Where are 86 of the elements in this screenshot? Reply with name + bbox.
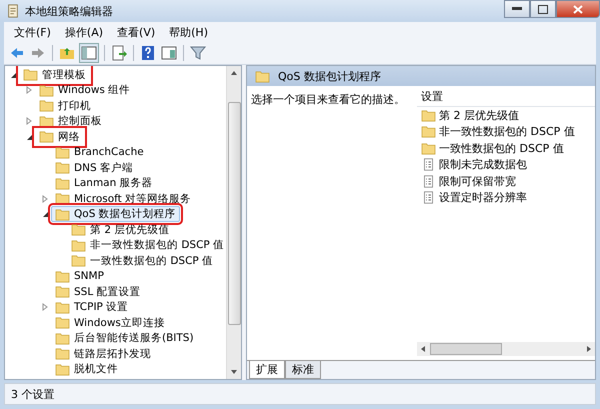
setting-item[interactable]: 一致性数据包的 DSCP 值 [417,140,595,156]
tree-item[interactable]: 第 2 层优先级值 [67,222,174,238]
expand-arrow-icon[interactable] [42,303,48,312]
collapse-arrow-icon[interactable] [11,72,16,78]
minimize-icon [512,7,522,11]
view-tab[interactable]: 扩展 [249,361,285,379]
menu-item[interactable]: 查看(V) [111,24,162,40]
filter-icon[interactable] [189,44,207,62]
menu-item[interactable]: 帮助(H) [163,24,214,40]
folder-icon [55,270,70,283]
tree-item[interactable]: Windows 组件 [35,82,134,98]
folder-icon [55,332,70,345]
folder-icon [55,347,70,360]
setting-item[interactable]: 非一致性数据包的 DSCP 值 [417,124,595,140]
folder-icon [55,285,70,298]
policy-document-icon [6,4,20,18]
tree-item[interactable]: 网络 [35,128,84,145]
tree-item[interactable]: SNMP [51,268,108,284]
tree-item[interactable]: Windows立即连接 [51,314,169,331]
folder-icon [421,142,436,155]
setting-icon [421,174,436,188]
tree-item[interactable]: SSL 配置设置 [51,284,145,300]
setting-item[interactable]: 第 2 层优先级值 [417,107,595,124]
tree-item[interactable]: 脱机文件 [51,361,122,378]
status-text: 3 个设置 [11,386,54,402]
folder-icon [39,84,54,97]
setting-item[interactable]: 限制未完成数据包 [417,156,595,173]
menu-item[interactable]: 操作(A) [58,24,110,40]
collapse-arrow-icon[interactable] [27,134,32,140]
maximize-icon [538,4,548,14]
export-list-icon[interactable] [110,44,128,62]
folder-icon [55,176,70,190]
scroll-up-icon[interactable] [230,70,238,76]
scroll-left-icon[interactable] [420,345,426,353]
folder-icon [255,70,270,82]
close-button[interactable] [556,0,600,18]
folder-icon [71,254,86,268]
setting-item[interactable]: 设置定时器分辨率 [417,190,595,206]
scroll-right-icon[interactable] [586,345,592,353]
tree-item[interactable]: QoS 数据包计划程序 [51,206,180,222]
expand-arrow-icon[interactable] [42,194,48,203]
window-title: 本地组策略编辑器 [25,4,113,18]
tree-item[interactable]: TCPIP 设置 [51,299,132,316]
folder-icon [55,316,70,330]
scroll-down-icon[interactable] [230,369,238,375]
tree-item[interactable]: 控制面板 [35,113,106,130]
collapse-arrow-icon[interactable] [43,212,48,218]
menu-item[interactable]: 文件(F) [8,24,57,40]
folder-icon [55,161,70,174]
minimize-button[interactable] [504,0,530,18]
console-tree-icon[interactable] [79,43,99,63]
folder-icon [39,99,54,112]
tree-item[interactable]: 非一致性数据包的 DSCP 值 [67,237,226,254]
folder-icon [55,362,70,376]
view-tab[interactable]: 标准 [285,361,321,379]
folder-icon [55,300,70,314]
tree-item[interactable]: 打印机 [35,98,95,114]
panel-icon[interactable] [160,44,178,62]
folder-icon [421,125,436,138]
folder-icon [55,146,70,159]
folder-icon [71,238,86,252]
help-icon[interactable] [139,44,157,62]
tree-item[interactable]: BranchCache [51,144,148,160]
close-icon [573,4,583,14]
vertical-scrollbar[interactable] [226,66,241,379]
column-header[interactable]: 设置 [417,88,595,107]
folder-icon [421,108,436,122]
folder-icon [39,130,54,144]
tree-item[interactable]: 链路层拓扑发现 [51,346,155,362]
maximize-button[interactable] [530,0,556,18]
expand-arrow-icon[interactable] [26,117,32,126]
tree-item[interactable]: DNS 客户端 [51,160,137,176]
tree-item[interactable]: 管理模板 [19,66,90,83]
setting-icon [421,158,436,172]
pane-title: QoS 数据包计划程序 [278,68,381,84]
tree-item[interactable]: 后台智能传送服务(BITS) [51,330,198,346]
folder-icon [23,68,38,82]
expand-arrow-icon[interactable] [26,86,32,94]
folder-icon [39,114,54,128]
horizontal-scrollbar[interactable] [417,342,595,356]
folder-icon [55,208,70,221]
tree-item[interactable]: Lanman 服务器 [51,175,157,192]
tree-item[interactable]: 一致性数据包的 DSCP 值 [67,252,218,269]
setting-icon [421,191,436,204]
description-text: 选择一个项目来查看它的描述。 [250,92,406,108]
setting-item[interactable]: 限制可保留带宽 [417,173,595,190]
